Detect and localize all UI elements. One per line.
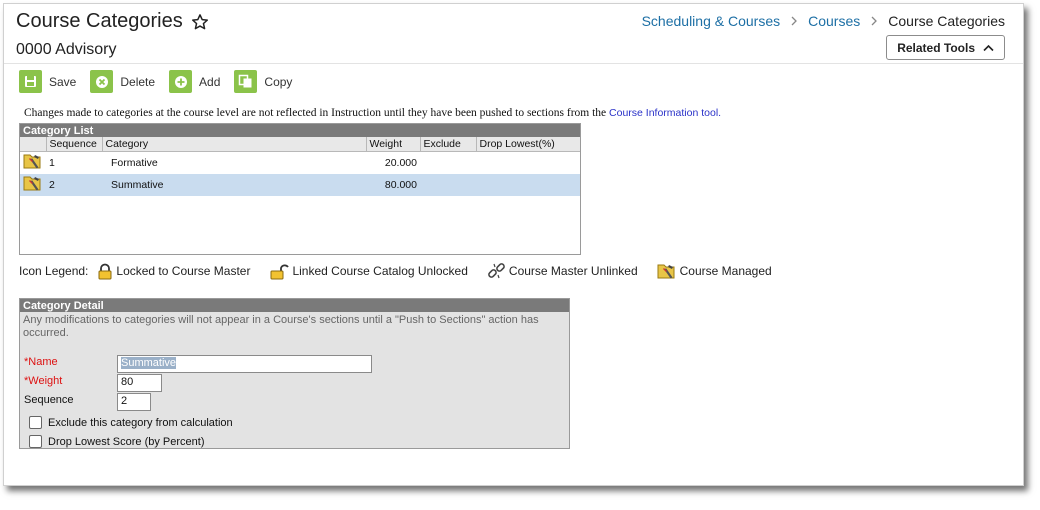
exclude-checkbox[interactable]: [29, 416, 42, 429]
legend-item-managed: Course Managed: [657, 262, 772, 280]
copy-button[interactable]: Copy: [234, 70, 292, 93]
weight-field[interactable]: 80: [117, 374, 162, 392]
sequence-field[interactable]: 2: [117, 393, 151, 411]
delete-label: Delete: [120, 74, 156, 89]
exclude-checkbox-label[interactable]: Exclude this category from calculation: [48, 417, 233, 429]
save-label: Save: [49, 74, 77, 89]
weight-field-value: 80: [121, 376, 134, 388]
breadcrumb-course-categories: Course Categories: [888, 13, 1005, 29]
icon-legend: Icon Legend: Locked to Course Master Lin…: [19, 262, 791, 280]
column-header-exclude[interactable]: Exclude: [420, 137, 477, 152]
broken-link-icon: [488, 263, 505, 279]
delete-icon: [90, 70, 114, 93]
save-icon: [19, 70, 42, 93]
lock-icon: [98, 263, 112, 279]
course-managed-icon: [657, 264, 675, 279]
legend-label-unlinked: Course Master Unlinked: [508, 264, 638, 278]
notice-text: Changes made to categories at the course…: [24, 107, 610, 119]
legend-item-unlocked: Linked Course Catalog Unlocked: [269, 263, 468, 280]
cell-category: Formative: [111, 156, 158, 169]
name-field-value: Summative: [121, 357, 177, 369]
weight-label: *Weight: [24, 375, 63, 387]
related-tools-button[interactable]: Related Tools: [886, 35, 1005, 60]
legend-item-locked: Locked to Course Master: [97, 263, 250, 280]
category-table: Sequence Category Weight Exclude Drop Lo…: [20, 137, 580, 196]
page-title-wrap: Course Categories: [16, 10, 209, 33]
breadcrumb-courses[interactable]: Courses: [808, 13, 860, 29]
detail-note: Any modifications to categories will not…: [23, 314, 539, 339]
save-button[interactable]: Save: [19, 70, 76, 93]
cell-exclude: [420, 173, 476, 196]
table-header-row: Sequence Category Weight Exclude Drop Lo…: [20, 137, 580, 152]
column-header-drop-lowest[interactable]: Drop Lowest(%): [476, 137, 580, 152]
legend-label-locked: Locked to Course Master: [116, 264, 251, 278]
add-icon: [169, 70, 193, 93]
course-managed-icon: [20, 173, 46, 196]
drop-lowest-checkbox[interactable]: [29, 435, 42, 448]
unlock-icon: [270, 263, 290, 279]
column-header-sequence[interactable]: Sequence: [46, 137, 103, 152]
breadcrumb: Scheduling & Courses Courses Course Cate…: [642, 13, 1005, 29]
cell-exclude: [420, 152, 476, 174]
cell-sequence: 2: [46, 173, 102, 196]
name-field[interactable]: Summative: [117, 355, 372, 373]
breadcrumb-scheduling-courses[interactable]: Scheduling & Courses: [642, 13, 781, 29]
category-list-title: Category List: [20, 124, 580, 137]
app-window: Course Categories 0000 Advisory Scheduli…: [3, 3, 1024, 486]
copy-label: Copy: [264, 74, 293, 89]
action-toolbar: Save Delete Add Copy: [19, 70, 306, 93]
cell-weight: 80.000: [366, 173, 420, 196]
related-tools-label: Related Tools: [897, 40, 975, 55]
legend-label-managed: Course Managed: [679, 264, 772, 278]
delete-button[interactable]: Delete: [90, 70, 155, 93]
category-detail-title: Category Detail: [20, 299, 569, 312]
cell-drop-lowest: [476, 152, 580, 174]
table-row[interactable]: 1 Formative 20.000: [20, 152, 580, 174]
cell-weight: 20.000: [384, 156, 417, 169]
sequence-field-value: 2: [121, 395, 128, 407]
legend-label-unlocked: Linked Course Catalog Unlocked: [292, 264, 468, 278]
add-label: Add: [199, 74, 221, 89]
category-list-panel: Category List Sequence Category Weight E…: [19, 123, 581, 255]
course-managed-icon: [20, 152, 46, 174]
copy-icon: [234, 70, 258, 93]
sequence-label: Sequence: [24, 394, 74, 406]
page-header: Course Categories 0000 Advisory Scheduli…: [4, 4, 1023, 64]
push-notice: Changes made to categories at the course…: [24, 107, 721, 119]
favorite-star-icon[interactable]: [191, 13, 209, 31]
icon-column-header: [20, 137, 47, 152]
column-header-category[interactable]: Category: [102, 137, 367, 152]
name-label: *Name: [24, 356, 58, 368]
cell-sequence: 1: [49, 156, 55, 169]
course-subtitle: 0000 Advisory: [16, 41, 117, 58]
chevron-up-icon: [983, 44, 994, 51]
chevron-right-icon: [791, 16, 798, 26]
cell-category: Summative: [102, 173, 366, 196]
legend-title: Icon Legend:: [19, 264, 89, 278]
category-detail-panel: Category Detail Any modifications to cat…: [19, 298, 570, 449]
chevron-right-icon: [871, 16, 878, 26]
page-title: Course Categories: [16, 10, 183, 32]
column-header-weight[interactable]: Weight: [366, 137, 421, 152]
legend-item-unlinked: Course Master Unlinked: [487, 262, 638, 280]
cell-drop-lowest: [476, 173, 580, 196]
course-information-link[interactable]: Course Information tool.: [609, 107, 721, 119]
drop-lowest-checkbox-label[interactable]: Drop Lowest Score (by Percent): [48, 436, 205, 448]
add-button[interactable]: Add: [169, 70, 220, 93]
table-row[interactable]: 2 Summative 80.000: [20, 173, 580, 196]
